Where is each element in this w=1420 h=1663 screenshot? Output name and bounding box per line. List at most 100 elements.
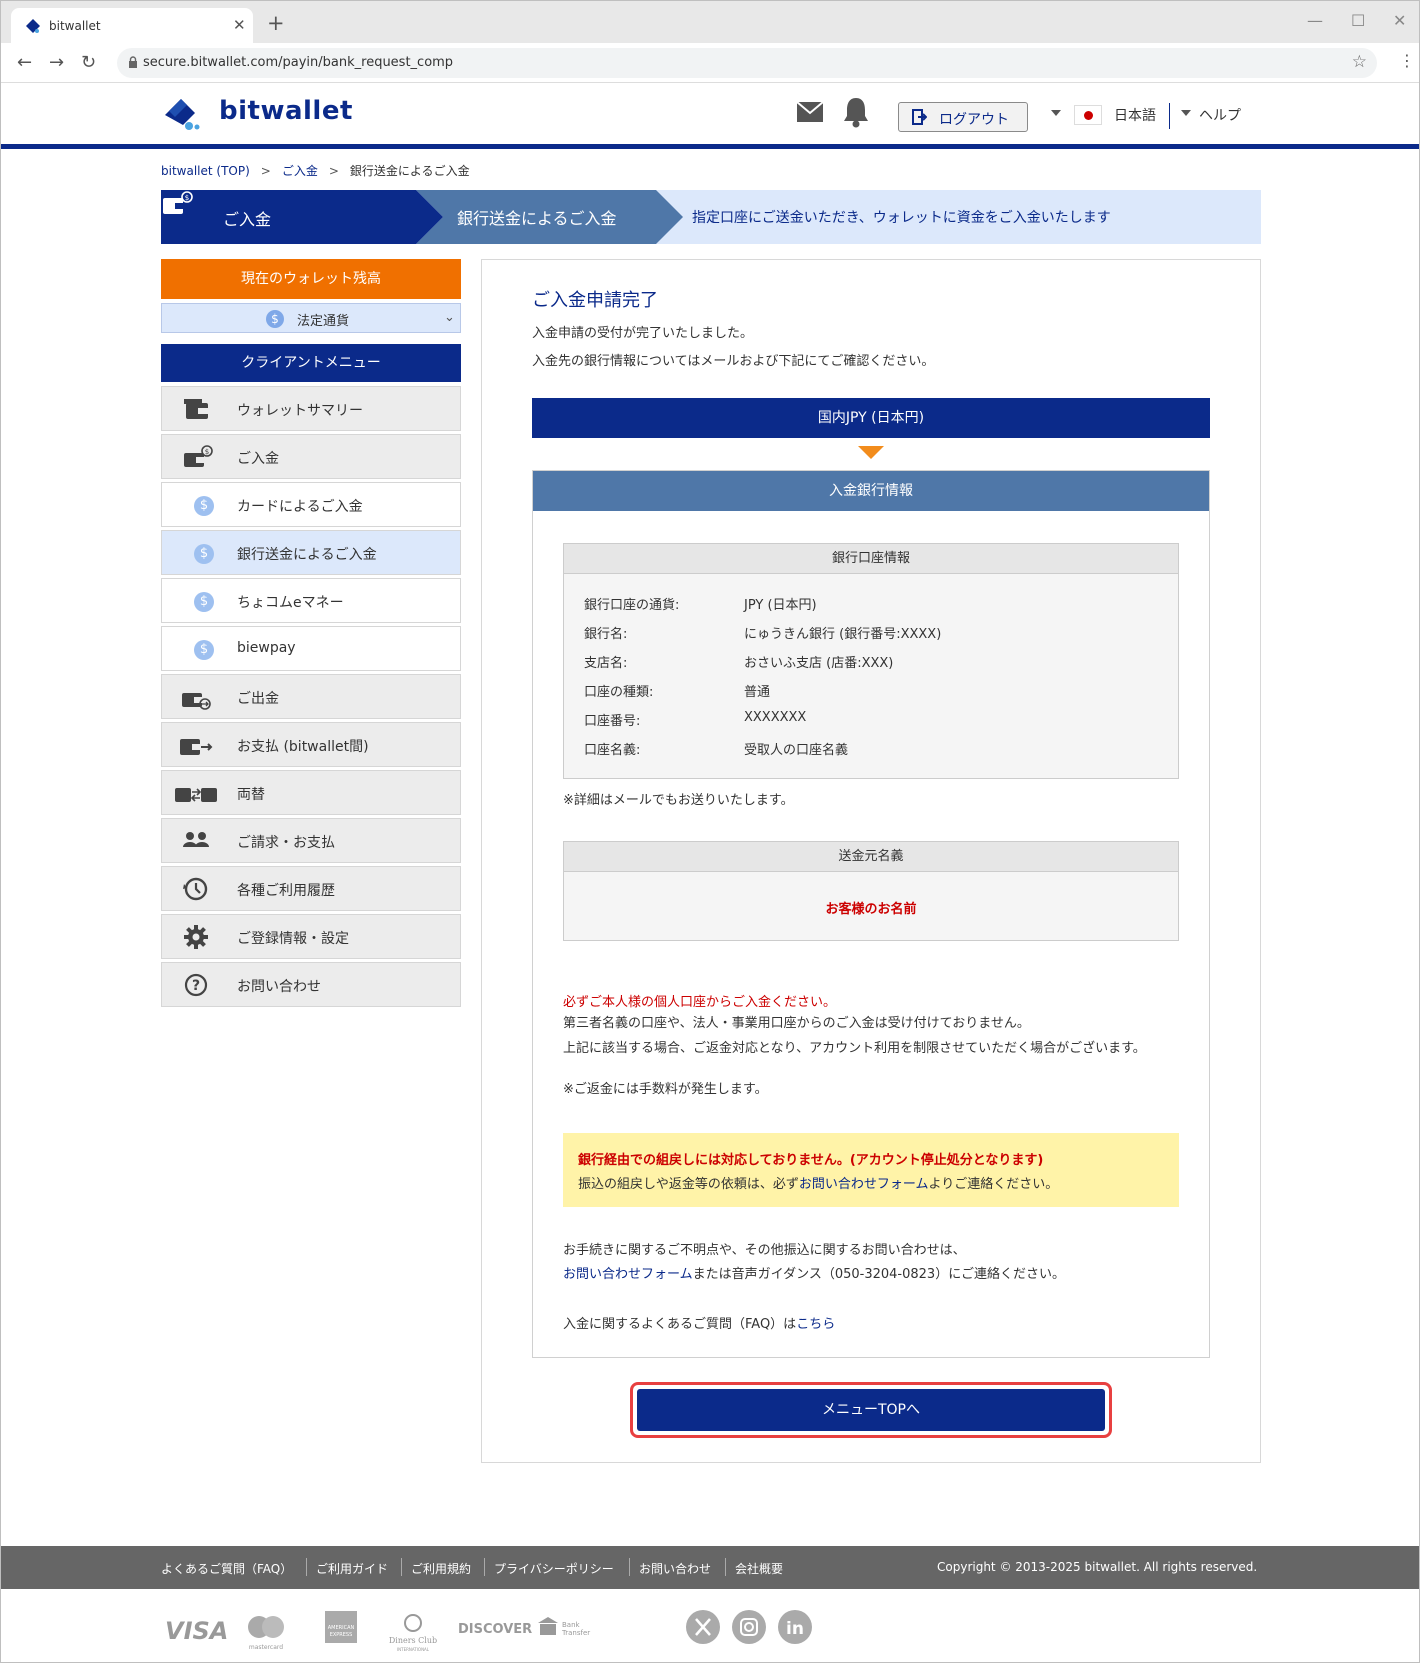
browser-menu-icon[interactable]: ⋮: [1399, 51, 1415, 70]
language-selector[interactable]: 日本語: [1114, 105, 1156, 125]
svg-text:in: in: [786, 1619, 804, 1639]
bank-transfer-icon: [538, 1617, 558, 1635]
sidebar-item-label: ちょコムeマネー: [237, 595, 344, 611]
sidebar-item-exchange[interactable]: 両替: [161, 770, 461, 815]
sidebar-item-bank-deposit[interactable]: $ 銀行送金によるご入金: [161, 530, 461, 575]
balance-currency-label: 法定通貨: [297, 314, 350, 329]
currency-bar: 国内JPY (日本円): [532, 398, 1210, 438]
users-icon: [183, 832, 209, 847]
footer-links-bar: よくあるご質問（FAQ） ご利用ガイド ご利用規約 プライバシーポリシー お問い…: [1, 1546, 1419, 1589]
balance-currency-select[interactable]: $ 法定通貨 ⌄: [161, 303, 461, 333]
x-icon[interactable]: [686, 1610, 720, 1644]
sidebar-item-wallet-summary[interactable]: ウォレットサマリー: [161, 386, 461, 431]
site-header: bitwallet ログアウト 日本語 ヘルプ: [1, 83, 1419, 149]
wallet-balance-header: 現在のウォレット残高: [161, 259, 461, 299]
menu-top-button[interactable]: メニューTOPへ: [637, 1389, 1105, 1431]
mail-icon[interactable]: [796, 101, 824, 123]
withdrawal-icon: [182, 693, 211, 710]
visa-logo-icon: VISA: [165, 1617, 228, 1645]
maximize-icon[interactable]: ☐: [1351, 11, 1365, 30]
payment-logos: VISA mastercard AMERICAN EXPRESS Diners …: [165, 1611, 590, 1652]
footer-link-privacy[interactable]: プライバシーポリシー: [494, 1560, 614, 1577]
window-close-icon[interactable]: ✕: [1393, 11, 1406, 30]
personal-account-warning: 必ずご本人様の個人口座からご入金ください。: [563, 995, 837, 1010]
step-progress-bar: $ ご入金 銀行送金によるご入金 指定口座にご送金いただき、ウォレットに資金をご…: [161, 190, 1261, 244]
contact-form-link[interactable]: お問い合わせフォーム: [799, 1177, 929, 1192]
faq-pre: 入金に関するよくあるご質問（FAQ）は: [563, 1317, 797, 1332]
minimize-icon[interactable]: —: [1307, 11, 1323, 30]
breadcrumb-top-link[interactable]: bitwallet (TOP): [161, 164, 250, 178]
third-party-warning: 第三者名義の口座や、法人・事業用口座からのご入金は受け付けておりません。: [563, 1016, 1030, 1031]
account-row-key: 口座番号:: [584, 714, 641, 729]
chevron-down-icon: ⌄: [444, 310, 455, 325]
language-dropdown-caret-icon[interactable]: [1051, 110, 1061, 116]
tab-close-icon[interactable]: ✕: [233, 16, 246, 34]
forward-icon[interactable]: →: [49, 52, 64, 73]
browser-tab[interactable]: bitwallet ✕: [11, 8, 253, 43]
sidebar-item-settings[interactable]: ご登録情報・設定: [161, 914, 461, 959]
japan-flag-icon[interactable]: [1074, 105, 1102, 125]
fee-note: ※ご返金には手数料が発生します。: [563, 1082, 768, 1097]
contact-phone-text: または音声ガイダンス（050-3204-0823）にご連絡ください。: [692, 1267, 1065, 1282]
url-input[interactable]: secure.bitwallet.com/payin/bank_request_…: [117, 48, 1377, 78]
bitwallet-logo[interactable]: bitwallet: [161, 93, 353, 133]
footer-link-company[interactable]: 会社概要: [735, 1560, 783, 1577]
footer-link-contact[interactable]: お問い合わせ: [639, 1560, 711, 1577]
account-row-key: 銀行口座の通貨:: [584, 598, 680, 613]
sidebar-item-label: 両替: [237, 787, 265, 803]
social-links: in: [686, 1610, 812, 1644]
new-tab-icon[interactable]: +: [267, 11, 285, 35]
bookmark-star-icon[interactable]: ☆: [1352, 52, 1367, 72]
breadcrumb-deposit-link[interactable]: ご入金: [282, 164, 318, 178]
help-dropdown-caret-icon[interactable]: [1181, 110, 1191, 116]
help-menu[interactable]: ヘルプ: [1199, 105, 1241, 125]
back-icon[interactable]: ←: [17, 52, 32, 73]
header-divider: [1169, 103, 1170, 129]
footer-link-terms[interactable]: ご利用規約: [411, 1560, 471, 1577]
dollar-coin-icon: $: [266, 310, 284, 328]
notification-bell-icon[interactable]: [841, 96, 871, 128]
logo-text: bitwallet: [219, 96, 353, 126]
sidebar-item-biewpay[interactable]: $ biewpay: [161, 626, 461, 671]
faq-link[interactable]: こちら: [796, 1317, 835, 1332]
footer-separator: [306, 1558, 307, 1576]
sidebar-item-label: ご登録情報・設定: [237, 931, 349, 947]
contact-text: お手続きに関するご不明点や、その他振込に関するお問い合わせは、: [563, 1243, 966, 1258]
recall-notice-pre: 振込の組戻しや返金等の依頼は、必ず: [578, 1177, 799, 1192]
dollar-coin-icon: $: [194, 592, 214, 612]
logout-button[interactable]: ログアウト: [898, 102, 1028, 132]
svg-text:$: $: [205, 448, 209, 456]
sidebar-item-withdrawal[interactable]: ご出金: [161, 674, 461, 719]
sidebar-item-label: お支払 (bitwallet間): [237, 739, 369, 755]
sender-name-value: お客様のお名前: [825, 902, 917, 917]
footer-link-faq[interactable]: よくあるご質問（FAQ）: [161, 1560, 292, 1577]
bank-info-header: 入金銀行情報: [533, 471, 1209, 511]
instagram-icon[interactable]: [732, 1610, 766, 1644]
account-row-key: 口座名義:: [584, 743, 641, 758]
svg-text:Diners Club: Diners Club: [389, 1636, 437, 1645]
sender-name-box: 送金元名義 お客様のお名前: [563, 841, 1179, 941]
footer-link-guide[interactable]: ご利用ガイド: [316, 1560, 388, 1577]
sidebar-item-payment[interactable]: お支払 (bitwallet間): [161, 722, 461, 767]
account-row-key: 支店名:: [584, 656, 628, 671]
sidebar-item-contact[interactable]: ? お問い合わせ: [161, 962, 461, 1007]
logout-icon: [912, 109, 927, 125]
linkedin-icon[interactable]: in: [778, 1610, 812, 1644]
sidebar-item-history[interactable]: 各種ご利用履歴: [161, 866, 461, 911]
client-menu-header: クライアントメニュー: [161, 344, 461, 382]
help-question-icon: ?: [184, 973, 208, 997]
bank-account-table: 銀行口座情報 銀行口座の通貨: JPY (日本円) 銀行名: にゅうきん銀行 (…: [563, 543, 1179, 779]
footer-separator: [484, 1558, 485, 1576]
contact-form-link[interactable]: お問い合わせフォーム: [563, 1267, 693, 1282]
deposit-wallet-icon: $: [184, 445, 213, 467]
account-row-value: XXXXXXX: [744, 710, 807, 725]
recall-notice-text: 振込の組戻しや返金等の依頼は、必ずお問い合わせフォームよりご連絡ください。: [578, 1173, 1058, 1192]
svg-text:EXPRESS: EXPRESS: [330, 1632, 353, 1638]
sidebar-item-chocom-emoney[interactable]: $ ちょコムeマネー: [161, 578, 461, 623]
contact-text-2: お問い合わせフォームまたは音声ガイダンス（050-3204-0823）にご連絡く…: [563, 1263, 1065, 1282]
history-clock-icon: [183, 877, 208, 901]
reload-icon[interactable]: ↻: [81, 52, 96, 73]
sidebar-item-billing[interactable]: ご請求・お支払: [161, 818, 461, 863]
sidebar-item-card-deposit[interactable]: $ カードによるご入金: [161, 482, 461, 527]
sidebar-item-deposit[interactable]: $ ご入金: [161, 434, 461, 479]
